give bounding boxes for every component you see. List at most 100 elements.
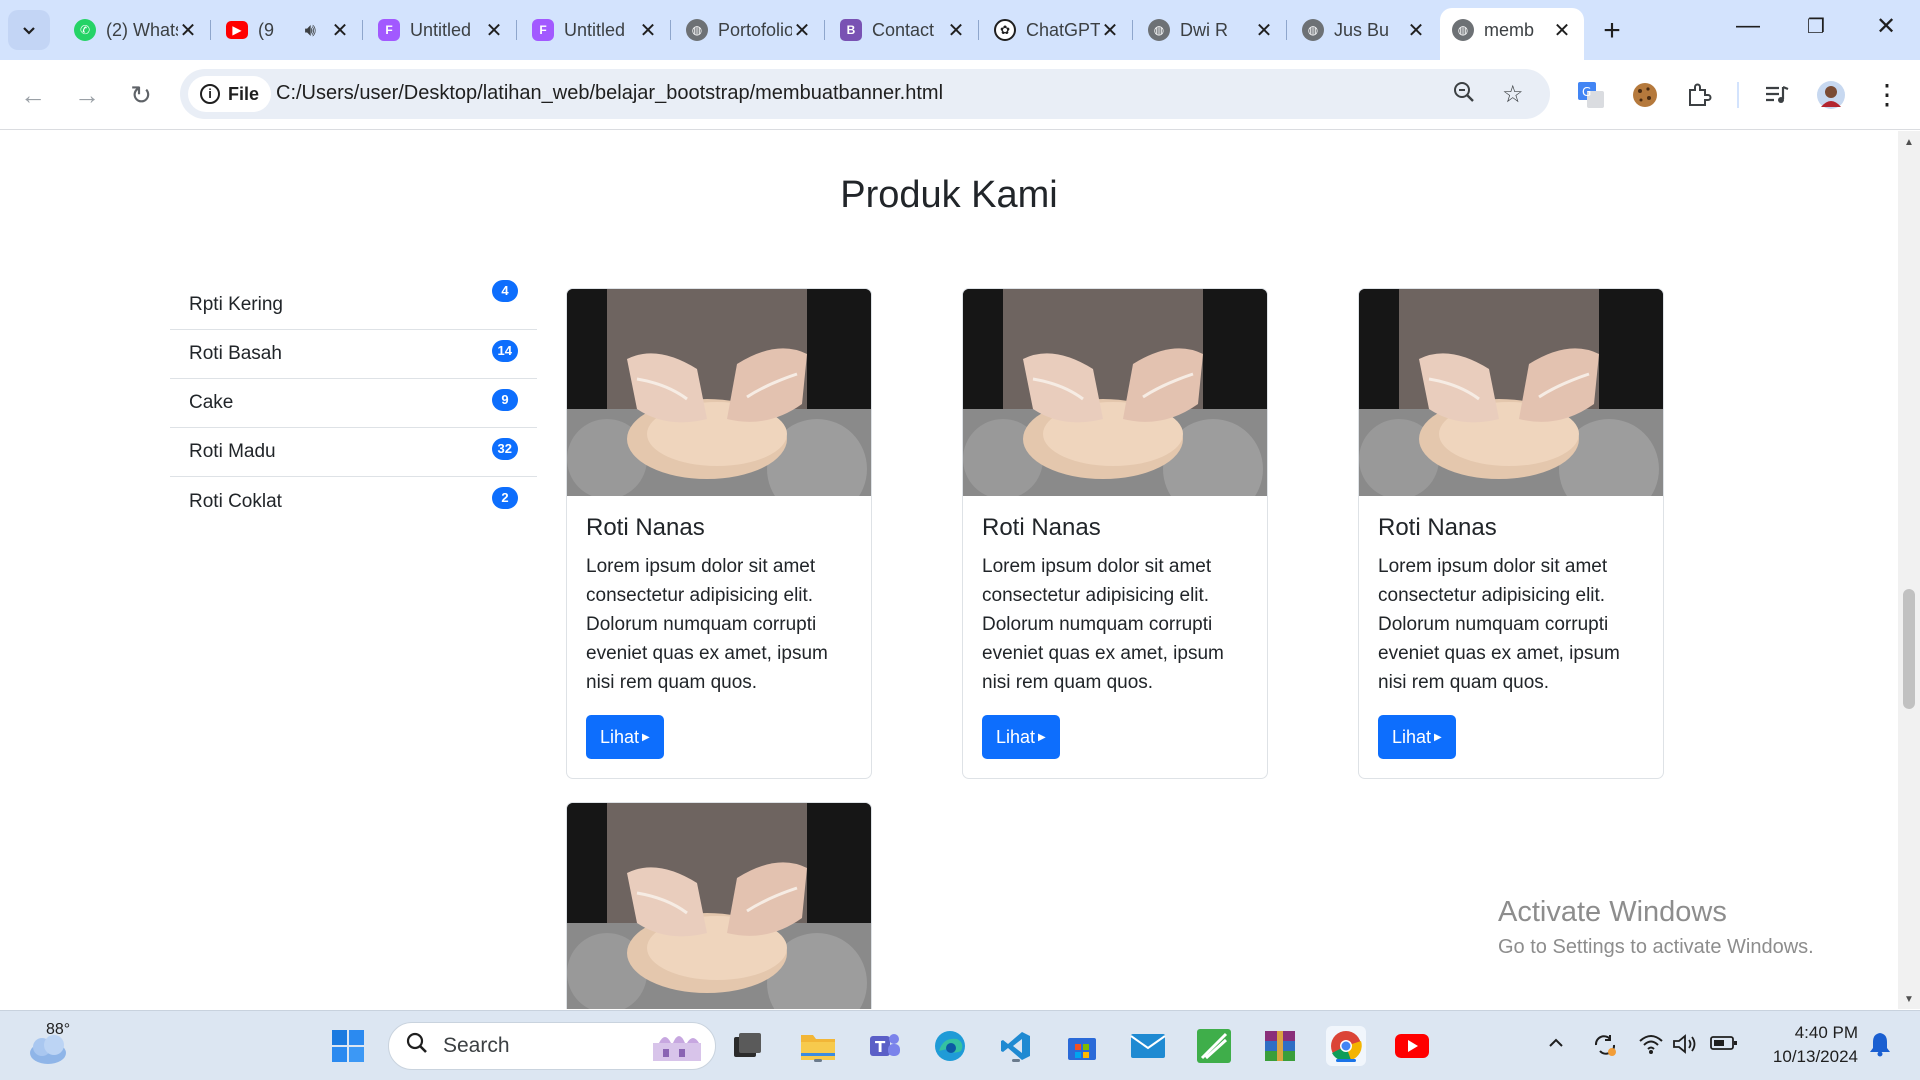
microsoft-store-icon[interactable] bbox=[1062, 1026, 1102, 1066]
scrollbar-thumb[interactable] bbox=[1903, 589, 1915, 709]
winrar-icon[interactable] bbox=[1260, 1026, 1300, 1066]
notification-bell-icon[interactable] bbox=[1868, 1031, 1892, 1063]
globe-icon: ◍ bbox=[1452, 19, 1474, 41]
window-close-button[interactable]: ✕ bbox=[1866, 12, 1906, 41]
close-icon[interactable]: ✕ bbox=[1406, 18, 1426, 43]
teams-icon[interactable]: T bbox=[864, 1026, 904, 1066]
svg-text:T: T bbox=[875, 1038, 886, 1056]
reload-button[interactable]: ↻ bbox=[124, 78, 158, 112]
windows-taskbar: 88° Search T 4:40 PM 10/13/2024 bbox=[0, 1010, 1920, 1080]
taskbar-search-box[interactable]: Search bbox=[388, 1022, 716, 1070]
tab-membuatbanner-active[interactable]: ◍ memb ✕ bbox=[1440, 8, 1584, 60]
sync-icon[interactable] bbox=[1592, 1033, 1618, 1063]
speaker-icon[interactable]: 🔊︎ bbox=[305, 20, 316, 41]
tab-youtube[interactable]: ▶ (9 🔊︎ ✕ bbox=[214, 10, 363, 50]
button-label: Lihat bbox=[996, 726, 1036, 747]
lihat-button[interactable]: Lihat ▶ bbox=[586, 715, 664, 759]
file-explorer-icon[interactable] bbox=[798, 1026, 838, 1066]
vertical-scrollbar[interactable]: ▲ ▼ bbox=[1898, 131, 1920, 1009]
product-card: Roti Nanas Lorem ipsum dolor sit amet co… bbox=[1358, 288, 1664, 779]
tab-search-button[interactable] bbox=[8, 10, 50, 50]
close-icon[interactable]: ✕ bbox=[178, 18, 198, 43]
product-title: Roti Nanas bbox=[982, 514, 1101, 541]
clock-time: 4:40 PM bbox=[1794, 1023, 1858, 1042]
spreadsheet-app-icon[interactable] bbox=[1194, 1026, 1234, 1066]
url-text[interactable]: C:/Users/user/Desktop/latihan_web/belaja… bbox=[276, 82, 943, 105]
category-item[interactable]: Roti Coklat 2 bbox=[170, 477, 537, 526]
address-bar[interactable]: i File C:/Users/user/Desktop/latihan_web… bbox=[180, 69, 1550, 119]
category-item[interactable]: Rpti Kering 4 bbox=[170, 280, 537, 330]
category-item[interactable]: Roti Basah 14 bbox=[170, 330, 537, 379]
product-description: Lorem ipsum dolor sit amet consectetur a… bbox=[982, 556, 1224, 693]
tab-figma-2[interactable]: F Untitled ✕ bbox=[520, 10, 671, 50]
system-clock[interactable]: 4:40 PM 10/13/2024 bbox=[1758, 1021, 1858, 1069]
close-icon[interactable]: ✕ bbox=[1100, 18, 1120, 43]
bookmark-star-icon[interactable]: ☆ bbox=[1502, 80, 1524, 109]
show-hidden-icons-chevron[interactable] bbox=[1546, 1033, 1566, 1059]
tab-title: Portofolio bbox=[718, 19, 792, 40]
tab-dwi[interactable]: ◍ Dwi R ✕ bbox=[1136, 10, 1287, 50]
battery-icon[interactable] bbox=[1710, 1033, 1738, 1059]
kneading-dough-image bbox=[567, 289, 871, 496]
tab-whatsapp[interactable]: ✆ (2) WhatsApp ✕ bbox=[62, 10, 211, 50]
close-icon[interactable]: ✕ bbox=[1254, 18, 1274, 43]
tab-title: Dwi R bbox=[1180, 19, 1228, 40]
tab-jus[interactable]: ◍ Jus Bu ✕ bbox=[1290, 10, 1438, 50]
button-label: Lihat bbox=[600, 726, 640, 747]
task-view-icon[interactable] bbox=[728, 1026, 768, 1066]
bootstrap-icon: B bbox=[840, 19, 862, 41]
forward-button[interactable]: → bbox=[70, 78, 104, 112]
category-item[interactable]: Cake 9 bbox=[170, 379, 537, 428]
new-tab-button[interactable]: + bbox=[1596, 14, 1628, 48]
volume-icon[interactable] bbox=[1672, 1033, 1698, 1061]
category-count-badge: 9 bbox=[492, 389, 518, 411]
lihat-button[interactable]: Lihat ▶ bbox=[1378, 715, 1456, 759]
back-button[interactable]: ← bbox=[16, 78, 50, 112]
chevron-down-icon bbox=[23, 27, 35, 35]
button-label: Lihat bbox=[1392, 726, 1432, 747]
wifi-icon[interactable] bbox=[1638, 1033, 1664, 1061]
weather-widget[interactable]: 88° bbox=[26, 1021, 86, 1071]
vscode-icon[interactable] bbox=[996, 1026, 1036, 1066]
zoom-icon[interactable] bbox=[1452, 80, 1476, 111]
youtube-icon: ▶ bbox=[226, 21, 248, 39]
kneading-dough-image bbox=[963, 289, 1267, 496]
minimize-button[interactable]: — bbox=[1728, 12, 1768, 40]
extensions-puzzle-icon[interactable] bbox=[1684, 80, 1714, 110]
category-item[interactable]: Roti Madu 32 bbox=[170, 428, 537, 477]
site-info-chip[interactable]: i File bbox=[188, 76, 272, 112]
tab-figma-1[interactable]: F Untitled ✕ bbox=[366, 10, 517, 50]
kneading-dough-image bbox=[567, 803, 871, 1009]
lihat-button[interactable]: Lihat ▶ bbox=[982, 715, 1060, 759]
close-icon[interactable]: ✕ bbox=[484, 18, 504, 43]
close-icon[interactable]: ✕ bbox=[330, 18, 350, 43]
close-icon[interactable]: ✕ bbox=[946, 18, 966, 43]
search-highlight-icon bbox=[653, 1036, 701, 1061]
chatgpt-icon: ✿ bbox=[994, 19, 1016, 41]
media-controls-icon[interactable] bbox=[1762, 80, 1792, 110]
product-card: Roti Nanas Lorem ipsum dolor sit amet co… bbox=[566, 288, 872, 779]
tab-portofolio[interactable]: ◍ Portofolio ✕ bbox=[674, 10, 825, 50]
start-windows-icon[interactable] bbox=[328, 1026, 368, 1066]
chrome-icon[interactable] bbox=[1326, 1026, 1366, 1066]
scroll-down-icon[interactable]: ▼ bbox=[1898, 994, 1920, 1005]
google-translate-icon[interactable]: G bbox=[1576, 80, 1606, 110]
scroll-up-icon[interactable]: ▲ bbox=[1898, 137, 1920, 148]
category-count-badge: 2 bbox=[492, 487, 518, 509]
close-icon[interactable]: ✕ bbox=[1552, 18, 1572, 43]
close-icon[interactable]: ✕ bbox=[792, 18, 812, 43]
edge-browser-icon[interactable] bbox=[930, 1026, 970, 1066]
mail-icon[interactable] bbox=[1128, 1026, 1168, 1066]
category-count-badge: 4 bbox=[492, 280, 518, 302]
tab-contact[interactable]: B Contact ✕ bbox=[828, 10, 979, 50]
tab-chatgpt[interactable]: ✿ ChatGPT ✕ bbox=[982, 10, 1133, 50]
caret-right-icon: ▶ bbox=[1434, 731, 1442, 743]
web-page: Produk Kami Rpti Kering 4 Roti Basah 14 … bbox=[0, 131, 1898, 1009]
restore-button[interactable]: ❐ bbox=[1796, 14, 1836, 39]
cookie-extension-icon[interactable] bbox=[1630, 80, 1660, 110]
category-count-badge: 14 bbox=[491, 340, 518, 362]
chrome-menu-icon[interactable]: ⋮ bbox=[1870, 78, 1904, 112]
profile-avatar[interactable] bbox=[1816, 80, 1846, 110]
youtube-app-icon[interactable] bbox=[1392, 1026, 1432, 1066]
close-icon[interactable]: ✕ bbox=[638, 18, 658, 43]
